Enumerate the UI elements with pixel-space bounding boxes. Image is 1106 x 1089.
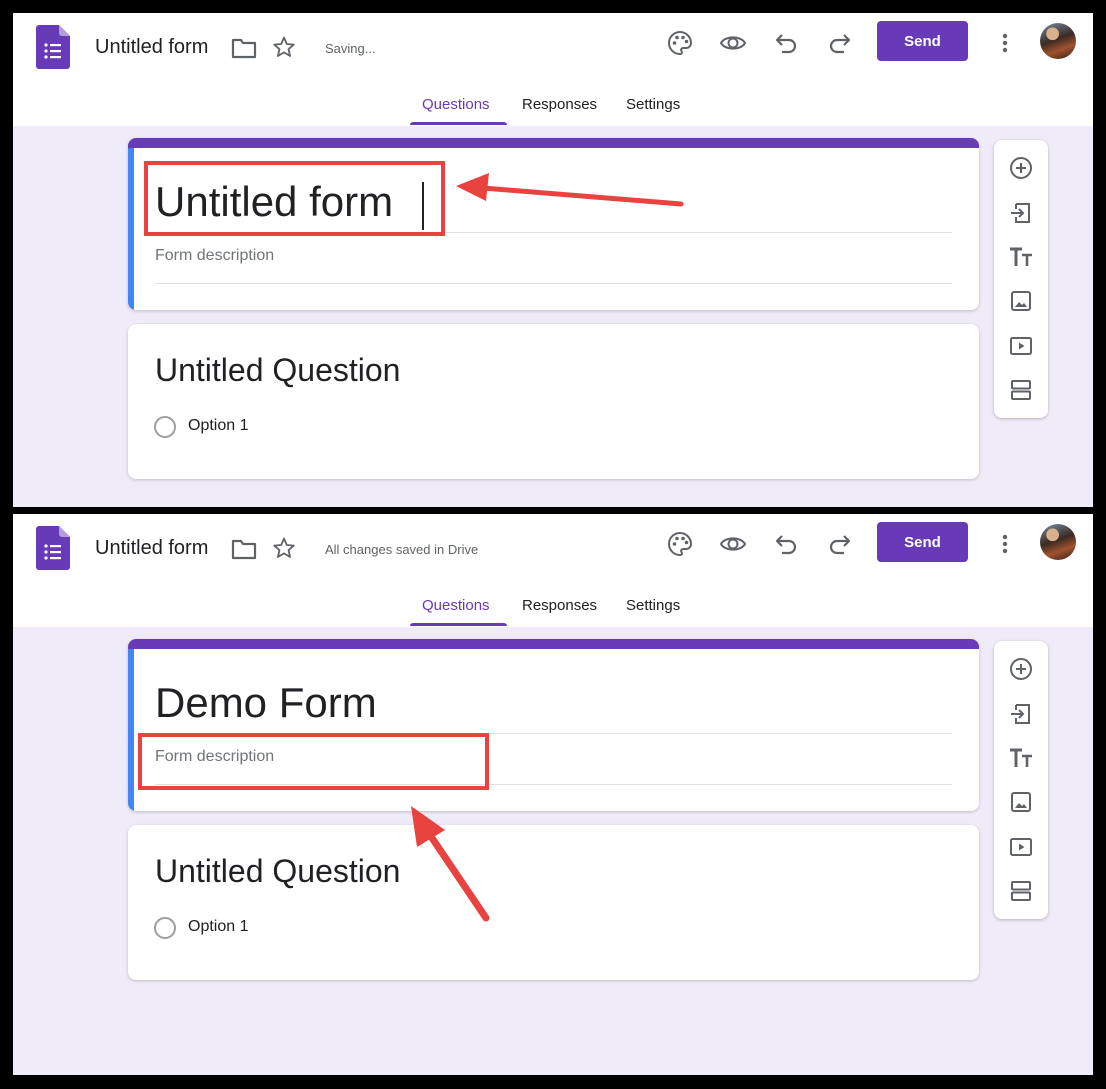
screenshot-panel-2: Untitled form All changes saved in Drive… [13, 514, 1093, 1075]
annotation-arrow [411, 806, 490, 922]
annotation-arrow [456, 173, 684, 207]
screenshot-panel-1: Untitled form Saving... Send Questions R… [13, 13, 1093, 507]
